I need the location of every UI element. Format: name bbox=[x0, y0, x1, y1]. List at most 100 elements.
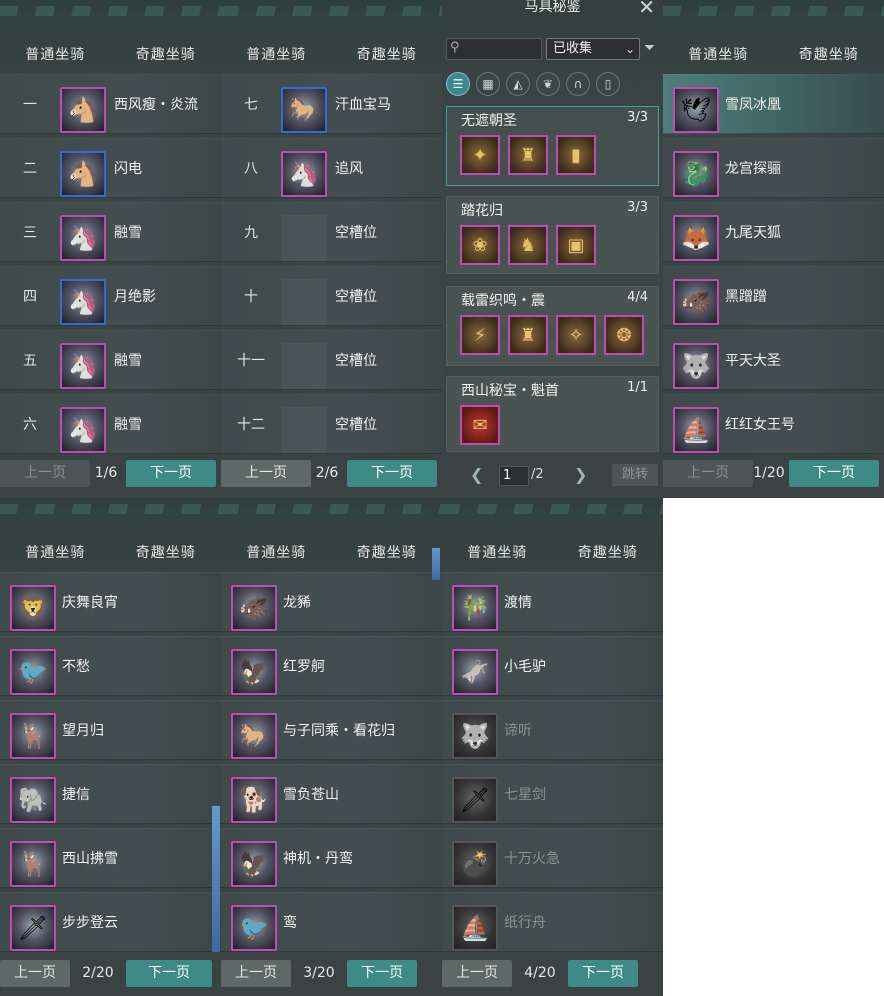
gear-set-group[interactable]: 载雷织鸣・震 4/4 ⚡ ♜ ✧ ❂ bbox=[446, 286, 659, 366]
gear-item-icon[interactable]: ❀ bbox=[460, 225, 500, 265]
next-page-button[interactable]: 下一页 bbox=[789, 460, 879, 487]
list-item[interactable]: 🐗 黑蹭蹭 bbox=[663, 266, 884, 326]
list-item[interactable]: 🐺 平天大圣 bbox=[663, 330, 884, 390]
horseshoe-category-icon[interactable]: ∩ bbox=[566, 72, 590, 96]
empty-slot-icon bbox=[281, 215, 327, 261]
tab-normal-mounts[interactable]: 普通坐骑 bbox=[442, 540, 553, 566]
list-item[interactable]: 八 🦄 追风 bbox=[221, 138, 442, 198]
tab-fun-mounts[interactable]: 奇趣坐骑 bbox=[332, 540, 443, 566]
list-item[interactable]: 🐗 龙豨 bbox=[221, 572, 442, 632]
prev-page-button[interactable]: 上一页 bbox=[663, 460, 753, 487]
gear-item-icon[interactable]: ♜ bbox=[508, 135, 548, 175]
list-item[interactable]: 一 🐴 西风瘦・炎流 bbox=[0, 74, 221, 134]
list-item[interactable]: 七 🐎 汗血宝马 bbox=[221, 74, 442, 134]
tab-normal-mounts[interactable]: 普通坐骑 bbox=[663, 42, 774, 68]
list-item[interactable]: 五 🦄 融雪 bbox=[0, 330, 221, 390]
list-item[interactable]: 十 空槽位 bbox=[221, 266, 442, 326]
prev-page-button[interactable]: 上一页 bbox=[442, 960, 512, 987]
list-item[interactable]: 四 🦄 月绝影 bbox=[0, 266, 221, 326]
mount-panel-5: 普通坐骑 奇趣坐骑 🐗 龙豨 🦅 红罗舸 🐎 与子同乘・看花归 🐕 雪负苍山 🦅 神机・丹… bbox=[221, 498, 442, 996]
category-icons: ☰ ▦ ◭ ❦ ∩ ▯ bbox=[446, 72, 620, 96]
list-item[interactable]: 🐎 与子同乘・看花归 bbox=[221, 700, 442, 760]
rein-category-icon[interactable]: ▯ bbox=[596, 72, 620, 96]
next-page-button[interactable]: 下一页 bbox=[126, 960, 212, 987]
list-item[interactable]: 🐕 雪负苍山 bbox=[221, 764, 442, 824]
tab-fun-mounts[interactable]: 奇趣坐骑 bbox=[111, 540, 222, 566]
list-item[interactable]: 🦌 西山拂雪 bbox=[0, 828, 221, 888]
list-item[interactable]: 🦁 庆舞良宵 bbox=[0, 572, 221, 632]
list-item[interactable]: ⛵ 纸行舟 bbox=[442, 892, 663, 952]
next-page-button[interactable]: 下一页 bbox=[568, 960, 638, 987]
list-item[interactable]: ⛵ 红红女王号 bbox=[663, 394, 884, 454]
next-page-button[interactable]: 下一页 bbox=[126, 460, 216, 487]
horse-white-icon: 🦄 bbox=[60, 407, 106, 453]
gear-item-icon[interactable]: ✦ bbox=[460, 135, 500, 175]
gear-item-icon[interactable]: ♜ bbox=[508, 315, 548, 355]
empty-slot-icon bbox=[281, 343, 327, 389]
gear-item-icon[interactable]: ⚡ bbox=[460, 315, 500, 355]
slot-number: 一 bbox=[23, 97, 37, 113]
list-item[interactable]: 九 空槽位 bbox=[221, 202, 442, 262]
list-item[interactable]: 🗡 步步登云 bbox=[0, 892, 221, 952]
horse-white-icon: 🦄 bbox=[60, 343, 106, 389]
list-item[interactable]: 🕊 雪凤冰凰 bbox=[663, 74, 884, 134]
page-number-input[interactable]: 1 bbox=[499, 466, 529, 486]
chevron-right-icon[interactable]: ❯ bbox=[574, 462, 587, 488]
next-page-button[interactable]: 下一页 bbox=[347, 960, 417, 987]
saddle-category-icon[interactable]: ◭ bbox=[506, 72, 530, 96]
list-item[interactable]: 二 🐴 闪电 bbox=[0, 138, 221, 198]
filter-icon[interactable]: ⏷ bbox=[644, 40, 655, 56]
grid-view-icon[interactable]: ▦ bbox=[476, 72, 500, 96]
list-item[interactable]: 🎋 渡情 bbox=[442, 572, 663, 632]
next-page-button[interactable]: 下一页 bbox=[347, 460, 437, 487]
list-item[interactable]: 🐦 不愁 bbox=[0, 636, 221, 696]
list-item[interactable]: 🫏 小毛驴 bbox=[442, 636, 663, 696]
prev-page-button[interactable]: 上一页 bbox=[0, 960, 70, 987]
tab-normal-mounts[interactable]: 普通坐骑 bbox=[0, 540, 111, 566]
gear-item-icon[interactable]: ✉ bbox=[460, 405, 500, 445]
gear-set-group[interactable]: 西山秘宝・魁首 1/1 ✉ bbox=[446, 376, 659, 452]
tab-normal-mounts[interactable]: 普通坐骑 bbox=[0, 42, 111, 68]
list-item[interactable]: 💣 十万火急 bbox=[442, 828, 663, 888]
armor-category-icon[interactable]: ❦ bbox=[536, 72, 560, 96]
list-item[interactable]: 三 🦄 融雪 bbox=[0, 202, 221, 262]
tab-fun-mounts[interactable]: 奇趣坐骑 bbox=[111, 42, 222, 68]
prev-page-button[interactable]: 上一页 bbox=[221, 960, 291, 987]
list-item[interactable]: 🐦 鸾 bbox=[221, 892, 442, 952]
collected-filter-select[interactable]: 已收集 ⌄ bbox=[546, 38, 640, 60]
mount-name: 融雪 bbox=[114, 353, 142, 369]
list-item[interactable]: 十一 空槽位 bbox=[221, 330, 442, 390]
tab-normal-mounts[interactable]: 普通坐骑 bbox=[221, 42, 332, 68]
list-view-icon[interactable]: ☰ bbox=[446, 72, 470, 96]
gear-set-group[interactable]: 无遮朝圣 3/3 ✦ ♜ ▮ bbox=[446, 106, 659, 186]
mount-panel-6: 普通坐骑 奇趣坐骑 🎋 渡情 🫏 小毛驴 🐺 谛听 🗡 七星剑 💣 十万火急 ⛵ 纸行舟 上… bbox=[442, 498, 663, 996]
close-icon[interactable]: ✕ bbox=[638, 0, 655, 17]
phoenix-icon: 🕊 bbox=[673, 87, 719, 133]
list-item[interactable]: 🦅 神机・丹鸾 bbox=[221, 828, 442, 888]
sword-icon: 🗡 bbox=[452, 777, 498, 823]
tab-normal-mounts[interactable]: 普通坐骑 bbox=[221, 540, 332, 566]
gear-set-group[interactable]: 踏花归 3/3 ❀ ♞ ▣ bbox=[446, 196, 659, 274]
list-item[interactable]: 十二 空槽位 bbox=[221, 394, 442, 454]
search-input[interactable]: ⚲ bbox=[446, 38, 542, 60]
list-item[interactable]: 🗡 七星剑 bbox=[442, 764, 663, 824]
list-item[interactable]: 🐘 捷信 bbox=[0, 764, 221, 824]
chevron-left-icon[interactable]: ❮ bbox=[470, 462, 483, 488]
list-item[interactable]: 🦊 九尾天狐 bbox=[663, 202, 884, 262]
list-item[interactable]: 🐺 谛听 bbox=[442, 700, 663, 760]
tab-fun-mounts[interactable]: 奇趣坐骑 bbox=[332, 42, 443, 68]
jump-button[interactable]: 跳转 bbox=[612, 464, 658, 486]
prev-page-button[interactable]: 上一页 bbox=[221, 460, 311, 487]
list-item[interactable]: 🐉 龙宫探骊 bbox=[663, 138, 884, 198]
list-item[interactable]: 六 🦄 融雪 bbox=[0, 394, 221, 454]
tab-fun-mounts[interactable]: 奇趣坐骑 bbox=[774, 42, 884, 68]
gear-item-icon[interactable]: ▮ bbox=[556, 135, 596, 175]
gear-item-icon[interactable]: ♞ bbox=[508, 225, 548, 265]
gear-item-icon[interactable]: ❂ bbox=[604, 315, 644, 355]
gear-item-icon[interactable]: ✧ bbox=[556, 315, 596, 355]
gear-item-icon[interactable]: ▣ bbox=[556, 225, 596, 265]
tab-fun-mounts[interactable]: 奇趣坐骑 bbox=[553, 540, 664, 566]
list-item[interactable]: 🦅 红罗舸 bbox=[221, 636, 442, 696]
list-item[interactable]: 🦌 望月归 bbox=[0, 700, 221, 760]
prev-page-button[interactable]: 上一页 bbox=[0, 460, 90, 487]
